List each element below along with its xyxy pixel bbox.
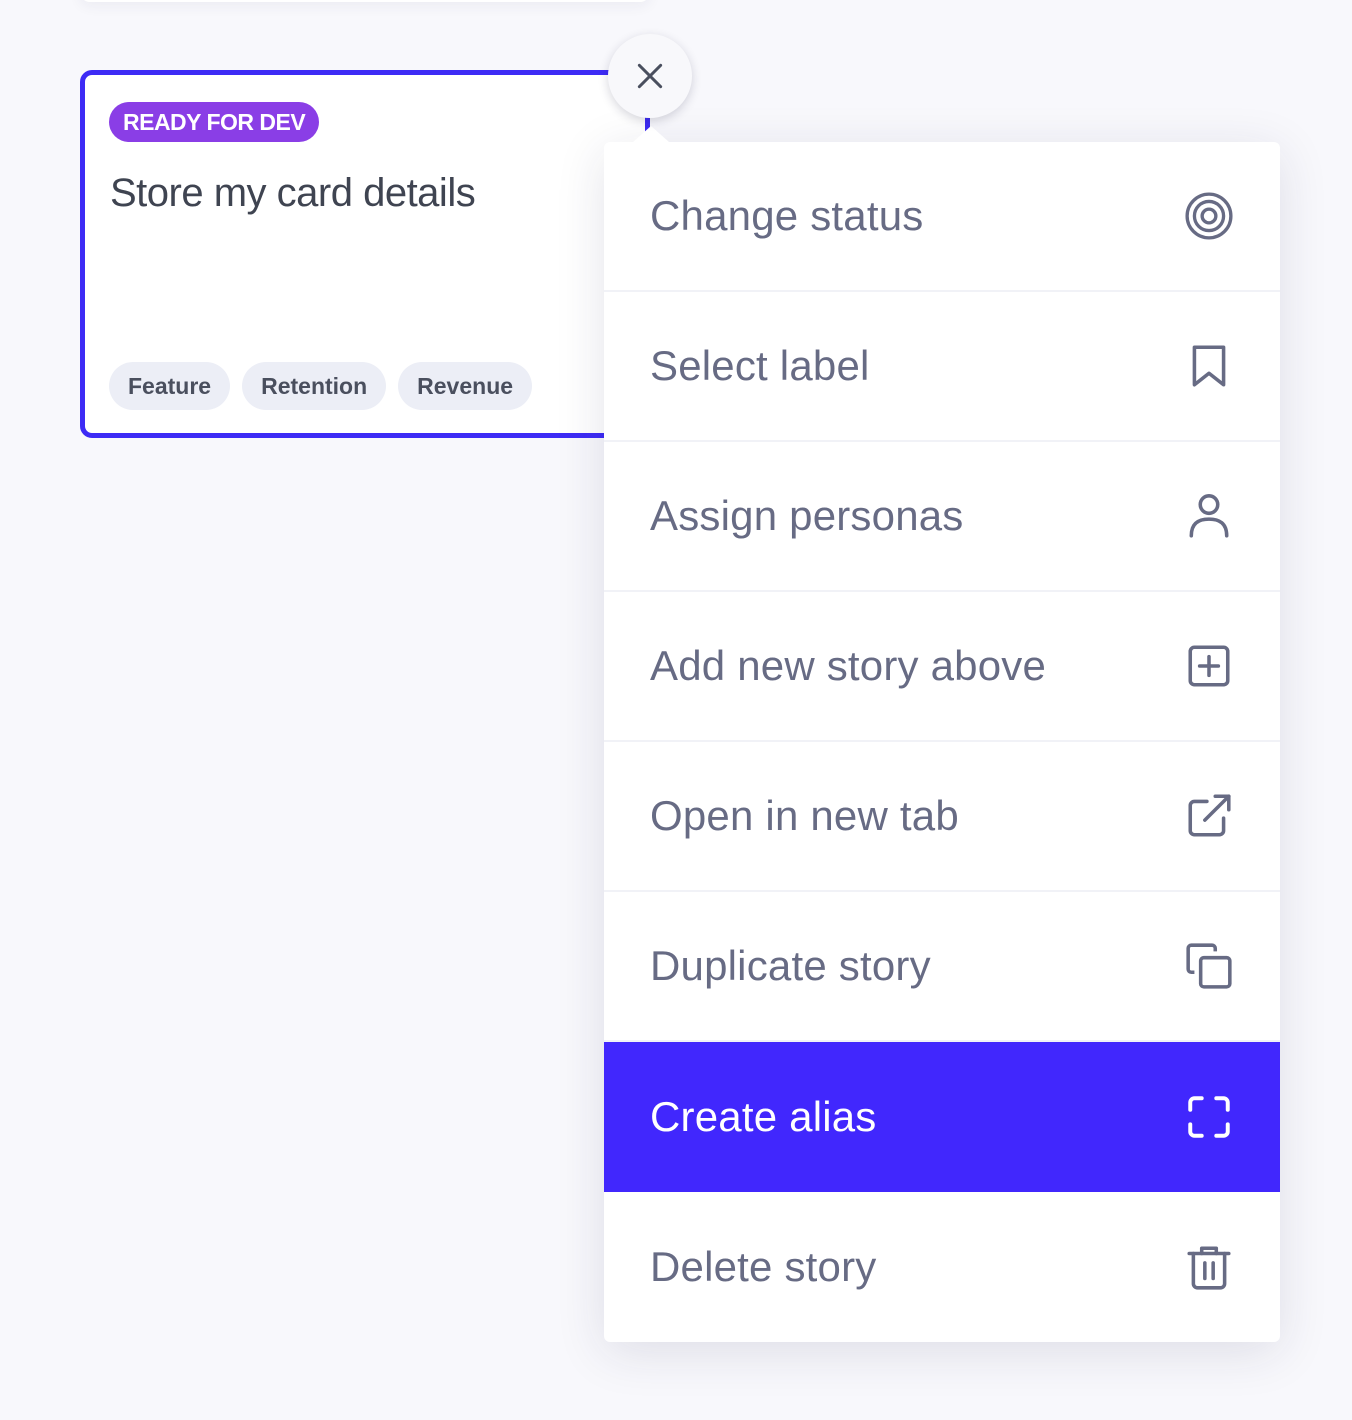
user-icon — [1184, 491, 1234, 541]
menu-item-label: Duplicate story — [650, 942, 931, 989]
menu-item-label: Assign personas — [650, 492, 964, 539]
tag-retention[interactable]: Retention — [242, 362, 387, 410]
story-title: Store my card details — [110, 171, 476, 215]
menu-item-delete-story[interactable]: Delete story — [604, 1192, 1280, 1342]
bookmark-icon — [1184, 341, 1234, 391]
tag-feature[interactable]: Feature — [109, 362, 231, 410]
story-context-menu: Change status Select label Assign person… — [604, 142, 1280, 1342]
menu-item-assign-personas[interactable]: Assign personas — [604, 442, 1280, 592]
story-card-above[interactable] — [80, 0, 650, 2]
tag-revenue[interactable]: Revenue — [398, 362, 533, 410]
status-badge[interactable]: READY FOR DEV — [109, 102, 320, 142]
close-icon — [637, 63, 663, 89]
menu-item-open-new-tab[interactable]: Open in new tab — [604, 742, 1280, 892]
canvas: READY FOR DEV Store my card details Feat… — [0, 0, 1352, 1420]
menu-item-label: Delete story — [650, 1243, 877, 1290]
plus-square-icon — [1184, 641, 1234, 691]
trash-icon — [1184, 1242, 1234, 1292]
menu-item-label: Add new story above — [650, 642, 1047, 689]
menu-item-duplicate-story[interactable]: Duplicate story — [604, 892, 1280, 1042]
menu-item-change-status[interactable]: Change status — [604, 142, 1280, 292]
menu-pointer — [633, 126, 669, 142]
copy-icon — [1184, 941, 1234, 991]
menu-item-create-alias[interactable]: Create alias — [604, 1042, 1280, 1192]
menu-item-select-label[interactable]: Select label — [604, 292, 1280, 442]
tag-list: Feature Retention Revenue — [109, 362, 533, 410]
target-icon — [1184, 191, 1234, 241]
alias-frame-icon — [1184, 1092, 1234, 1142]
external-link-icon — [1184, 791, 1234, 841]
menu-item-label: Select label — [650, 342, 870, 389]
story-card[interactable]: READY FOR DEV Store my card details Feat… — [80, 70, 650, 438]
menu-item-add-story-above[interactable]: Add new story above — [604, 592, 1280, 742]
menu-item-label: Open in new tab — [650, 792, 959, 839]
close-menu-button[interactable] — [608, 34, 692, 118]
menu-item-label: Create alias — [650, 1093, 877, 1140]
menu-item-label: Change status — [650, 192, 924, 239]
